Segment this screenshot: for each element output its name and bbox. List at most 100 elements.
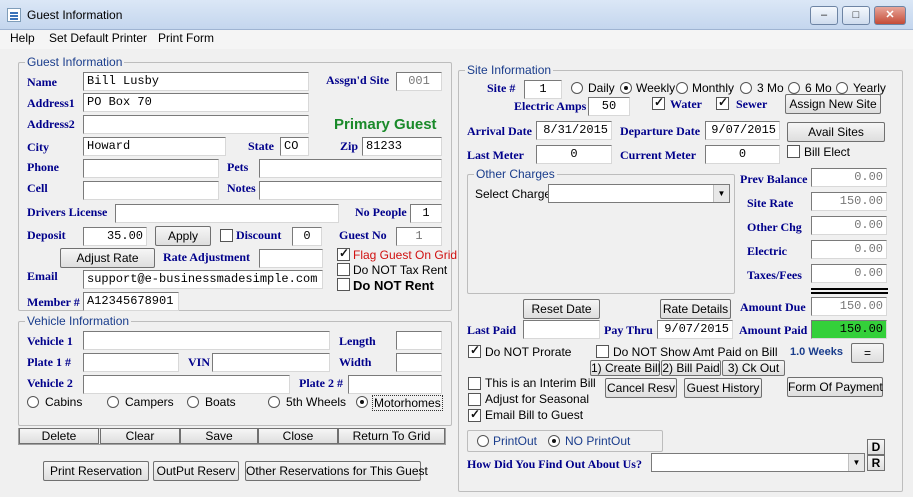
arrival-date-field[interactable]: 8/31/2015 xyxy=(536,121,612,140)
bill-paid-button[interactable]: 2) Bill Paid xyxy=(661,360,721,376)
phone-field[interactable] xyxy=(83,159,219,178)
do-not-show-amt-checkbox[interactable] xyxy=(596,345,609,358)
rate-details-button[interactable]: Rate Details xyxy=(660,299,731,319)
vin-field[interactable] xyxy=(212,353,330,372)
last-paid-field[interactable] xyxy=(523,320,600,339)
d-button[interactable]: D xyxy=(867,439,885,455)
period-daily-radio[interactable] xyxy=(571,82,583,94)
discount-checkbox[interactable] xyxy=(220,229,233,242)
adjust-seasonal-checkbox[interactable] xyxy=(468,393,481,406)
do-not-prorate-checkbox[interactable] xyxy=(468,343,481,358)
notes-field[interactable] xyxy=(259,181,442,200)
site-number-field[interactable]: 1 xyxy=(524,80,562,99)
vehicle1-field[interactable] xyxy=(83,331,330,350)
do-not-tax-checkbox[interactable] xyxy=(337,263,350,276)
address1-field[interactable]: PO Box 70 xyxy=(83,93,309,112)
name-field[interactable]: Bill Lusby xyxy=(83,72,309,91)
adjust-rate-button[interactable]: Adjust Rate xyxy=(60,248,155,268)
period-weekly-radio[interactable] xyxy=(620,82,632,94)
sewer-checkbox[interactable] xyxy=(716,95,729,110)
cancel-resv-button[interactable]: Cancel Resv xyxy=(605,378,677,398)
assign-new-site-button[interactable]: Assign New Site xyxy=(785,94,881,114)
avail-sites-button[interactable]: Avail Sites xyxy=(787,122,885,142)
period-yearly-radio[interactable] xyxy=(836,82,848,94)
vehicle-type-boats-radio[interactable] xyxy=(187,396,199,408)
site-rate-field[interactable]: 150.00 xyxy=(811,192,887,211)
last-meter-field[interactable]: 0 xyxy=(536,145,612,164)
taxes-fees-field[interactable]: 0.00 xyxy=(811,264,887,283)
menu-help[interactable]: Help xyxy=(10,31,35,45)
apply-button[interactable]: Apply xyxy=(155,226,211,246)
vehicle-type-campers-radio[interactable] xyxy=(107,396,119,408)
email-bill-checkbox[interactable] xyxy=(468,407,481,422)
guest-no-field[interactable]: 1 xyxy=(396,227,442,246)
state-field[interactable]: CO xyxy=(280,137,309,156)
water-checkbox[interactable] xyxy=(652,95,665,110)
delete-button[interactable]: Delete xyxy=(19,428,99,444)
discount-field[interactable]: 0 xyxy=(292,227,322,246)
vehicle-type-cabins-label: Cabins xyxy=(45,395,83,409)
length-field[interactable] xyxy=(396,331,442,350)
zip-field[interactable]: 81233 xyxy=(362,137,442,156)
amount-paid-field[interactable]: 150.00 xyxy=(811,320,887,339)
other-reservations-button[interactable]: Other Reservations for This Guest xyxy=(245,461,428,481)
vehicle-type-5th-wheels-radio[interactable] xyxy=(268,396,280,408)
r-button[interactable]: R xyxy=(867,455,885,471)
equals-button[interactable]: = xyxy=(851,343,884,363)
no-printout-radio[interactable] xyxy=(548,435,560,447)
flag-guest-checkbox[interactable] xyxy=(337,246,350,261)
departure-date-field[interactable]: 9/07/2015 xyxy=(705,121,780,140)
clear-button[interactable]: Clear xyxy=(100,428,180,444)
no-people-field[interactable]: 1 xyxy=(410,204,442,223)
rate-adjustment-field[interactable] xyxy=(259,249,323,268)
plate1-field[interactable] xyxy=(83,353,179,372)
vehicle-type-campers-label: Campers xyxy=(125,395,174,409)
electric-amps-field[interactable]: 50 xyxy=(588,97,630,116)
ck-out-button[interactable]: 3) Ck Out xyxy=(722,360,785,376)
address2-field[interactable] xyxy=(83,115,309,134)
width-field[interactable] xyxy=(396,353,442,372)
form-of-payment-button[interactable]: Form Of Payment xyxy=(787,377,883,397)
select-charge-dropdown[interactable]: ▼ xyxy=(548,184,730,203)
period-6mo-radio[interactable] xyxy=(788,82,800,94)
maximize-button[interactable]: □ xyxy=(842,6,870,25)
how-found-dropdown[interactable]: ▼ xyxy=(651,453,865,472)
amount-due-field[interactable]: 150.00 xyxy=(811,297,887,316)
vehicle-type-boats-label: Boats xyxy=(205,395,236,409)
printout-radio[interactable] xyxy=(477,435,489,447)
email-field[interactable]: support@e-businessmadesimple.com xyxy=(83,270,323,289)
menu-print-form[interactable]: Print Form xyxy=(158,31,214,45)
plate2-field[interactable] xyxy=(348,375,442,394)
interim-bill-checkbox[interactable] xyxy=(468,377,481,390)
guest-history-button[interactable]: Guest History xyxy=(684,378,762,398)
reset-date-button[interactable]: Reset Date xyxy=(523,299,600,319)
other-chg-field[interactable]: 0.00 xyxy=(811,216,887,235)
vehicle-type-motorhomes-radio[interactable] xyxy=(356,396,368,408)
city-field[interactable]: Howard xyxy=(83,137,226,156)
minimize-button[interactable]: – xyxy=(810,6,838,25)
vehicle-type-cabins-radio[interactable] xyxy=(27,396,39,408)
deposit-field[interactable]: 35.00 xyxy=(83,227,147,246)
electric-field[interactable]: 0.00 xyxy=(811,240,887,259)
cell-field[interactable] xyxy=(83,181,219,200)
pay-thru-field[interactable]: 9/07/2015 xyxy=(657,320,733,339)
print-reservation-button[interactable]: Print Reservation xyxy=(43,461,149,481)
close-button[interactable]: Close xyxy=(258,428,338,444)
return-to-grid-button[interactable]: Return To Grid xyxy=(338,428,445,444)
output-reserv-button[interactable]: OutPut Reserv xyxy=(153,461,239,481)
period-monthly-radio[interactable] xyxy=(676,82,688,94)
drivers-license-field[interactable] xyxy=(115,204,339,223)
prev-balance-field[interactable]: 0.00 xyxy=(811,168,887,187)
bill-elect-checkbox[interactable] xyxy=(787,145,800,158)
period-3mo-radio[interactable] xyxy=(740,82,752,94)
menu-set-default-printer[interactable]: Set Default Printer xyxy=(49,31,147,45)
current-meter-field[interactable]: 0 xyxy=(705,145,780,164)
close-window-button[interactable]: ✕ xyxy=(874,6,906,25)
do-not-rent-checkbox[interactable] xyxy=(337,278,350,291)
pets-field[interactable] xyxy=(259,159,442,178)
create-bill-button[interactable]: 1) Create Bill xyxy=(590,360,660,376)
save-button[interactable]: Save xyxy=(180,428,258,444)
vehicle2-field[interactable] xyxy=(83,375,290,394)
member-field[interactable]: A12345678901 xyxy=(83,292,179,311)
assigned-site-field[interactable]: 001 xyxy=(396,72,442,91)
